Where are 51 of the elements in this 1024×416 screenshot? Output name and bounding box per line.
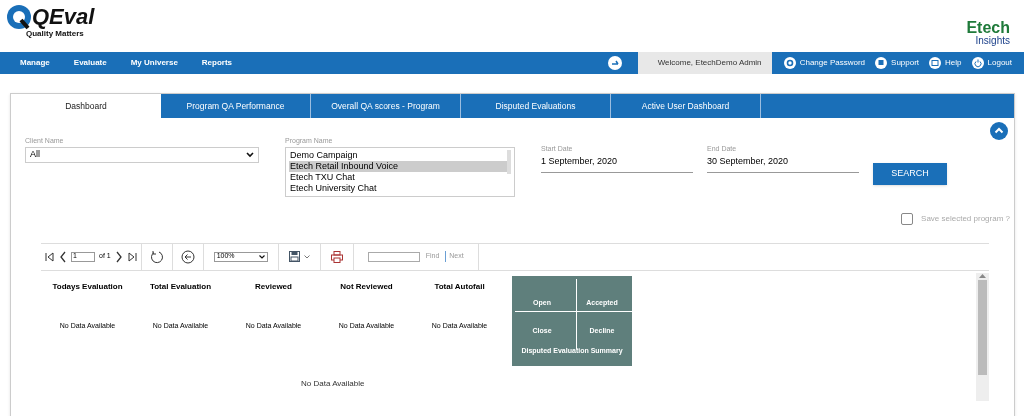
next-page-icon[interactable]	[114, 250, 123, 263]
checkbox-label: Save selected program ?	[921, 212, 1010, 225]
list-option[interactable]: Etech University Chat	[289, 182, 507, 194]
chevron-down-icon[interactable]	[303, 254, 310, 259]
gear-icon	[783, 57, 796, 69]
list-option[interactable]: Etech TXU Chat	[289, 171, 507, 183]
client-select[interactable]: All	[25, 146, 259, 163]
program-listbox[interactable]: Demo Campaign Etech Retail Inbound Voice Etech TXU Chat Etech University Chat	[285, 146, 515, 197]
previous-page-icon[interactable]	[59, 250, 67, 263]
power-icon	[971, 57, 984, 69]
first-page-icon[interactable]	[45, 251, 55, 262]
logo-text: QEval	[32, 6, 95, 28]
stat-title: Todays Evaluation	[52, 280, 123, 293]
partner-logo-text: Etech	[966, 20, 1010, 36]
last-page-icon[interactable]	[126, 251, 137, 262]
list-option[interactable]: Etech Retail Inbound Voice	[289, 160, 507, 172]
logo-icon	[6, 4, 32, 30]
nav-link[interactable]: Reports	[201, 57, 233, 69]
list-option[interactable]: Demo Campaign	[289, 149, 507, 161]
chevron-down-icon	[246, 151, 254, 158]
scrollbar[interactable]	[976, 272, 989, 401]
no-data-message: No Data Available	[301, 377, 366, 390]
print-icon[interactable]	[330, 250, 343, 263]
tab[interactable]: Dashboard	[11, 94, 161, 118]
checkbox[interactable]	[901, 212, 914, 225]
end-date-field[interactable]: 30 September, 2020	[707, 154, 859, 173]
nav-link[interactable]: Help	[929, 57, 962, 69]
find-field[interactable]	[367, 251, 420, 262]
nav-link[interactable]: Manage	[20, 57, 50, 69]
stat-title: Total Evaluation	[149, 280, 212, 293]
nav-link[interactable]: My Universe	[130, 57, 178, 69]
switch-icon[interactable]	[607, 56, 622, 70]
start-date-field[interactable]: 1 September, 2020	[541, 154, 693, 173]
book-icon	[929, 57, 942, 69]
logo-tagline: Quality Matters	[26, 30, 84, 38]
partner-logo-subtitle: Insights	[975, 36, 1010, 46]
nav-link[interactable]: Change Password	[783, 57, 866, 69]
chevron-down-icon	[258, 254, 265, 259]
save-icon[interactable]	[288, 251, 300, 262]
stat-title: Total Autofail	[434, 280, 485, 293]
nav-link[interactable]: Support	[875, 57, 920, 69]
nav-link[interactable]: Evaluate	[73, 57, 107, 69]
collapse-icon[interactable]	[990, 122, 1008, 140]
scrollbar[interactable]	[507, 149, 511, 174]
search-button[interactable]: SEARCH	[873, 163, 947, 185]
stat-title: Not Reviewed	[340, 280, 393, 293]
refresh-icon[interactable]	[149, 249, 164, 264]
stat-title: Reviewed	[255, 280, 292, 293]
nav-link[interactable]: Logout	[971, 57, 1012, 69]
welcome-text: Welcome, EtechDemo Admin	[657, 57, 762, 69]
back-icon[interactable]	[180, 249, 195, 264]
